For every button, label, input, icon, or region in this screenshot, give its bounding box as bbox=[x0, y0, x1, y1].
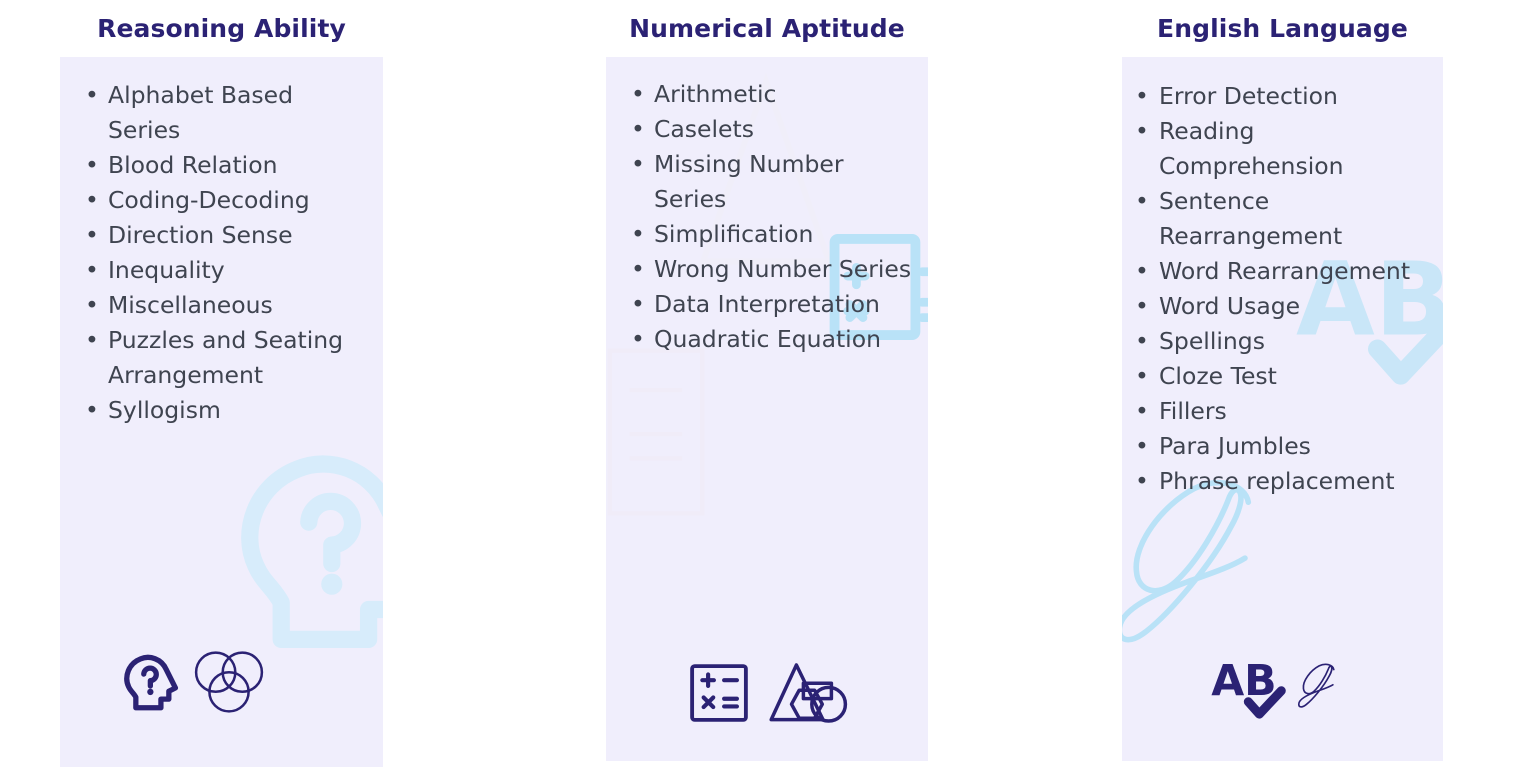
icon-row bbox=[687, 657, 851, 733]
head-question-mark-icon bbox=[120, 649, 186, 719]
svg-text:AB: AB bbox=[1211, 656, 1276, 706]
footer-icons-english-language: AB bbox=[1122, 655, 1443, 725]
topic-item: Syllogism bbox=[81, 393, 360, 428]
ab-check-icon: AB bbox=[1211, 655, 1287, 725]
icon-row bbox=[120, 647, 268, 721]
topic-item: Sentence Rearrangement bbox=[1131, 184, 1437, 254]
topic-item: Missing Number Series bbox=[627, 147, 922, 217]
column-title-english-language: English Language bbox=[1157, 14, 1408, 43]
paper-sheet-icon bbox=[606, 342, 711, 526]
footer-icons-numerical-aptitude bbox=[606, 657, 928, 733]
topic-item: Inequality bbox=[81, 253, 360, 288]
topic-item: Miscellaneous bbox=[81, 288, 360, 323]
topic-item: Blood Relation bbox=[81, 148, 360, 183]
topic-item: Caselets bbox=[627, 112, 922, 147]
topic-list-english-language: Error Detection Reading Comprehension Se… bbox=[1122, 57, 1443, 499]
topic-item: Reading Comprehension bbox=[1131, 114, 1437, 184]
topic-list-numerical-aptitude: Arithmetic Caselets Missing Number Serie… bbox=[606, 57, 928, 357]
topic-item: Spellings bbox=[1131, 324, 1437, 359]
topic-item: Fillers bbox=[1131, 394, 1437, 429]
calculator-icon bbox=[687, 661, 751, 729]
cursive-g-icon bbox=[1122, 470, 1285, 674]
topic-item: Cloze Test bbox=[1131, 359, 1437, 394]
column-reasoning-ability: Reasoning Ability Alphabet Based Series … bbox=[60, 0, 383, 767]
topic-panel-english-language: AB Error Detection Reading Comprehension… bbox=[1122, 57, 1443, 761]
topic-item: Quadratic Equation bbox=[627, 322, 922, 357]
cursive-g-icon bbox=[1297, 656, 1343, 724]
column-title-reasoning-ability: Reasoning Ability bbox=[97, 14, 346, 43]
head-question-mark-icon bbox=[226, 437, 383, 671]
topic-item: Para Jumbles bbox=[1131, 429, 1437, 464]
topic-item: Simplification bbox=[627, 217, 922, 252]
topic-item: Wrong Number Series bbox=[627, 252, 922, 287]
topic-panel-numerical-aptitude: Arithmetic Caselets Missing Number Serie… bbox=[606, 57, 928, 761]
topic-item: Direction Sense bbox=[81, 218, 360, 253]
icon-row: AB bbox=[1211, 655, 1343, 725]
geometric-shapes-icon bbox=[767, 657, 851, 733]
topic-item: Phrase replacement bbox=[1131, 464, 1437, 499]
topic-item: Data Interpretation bbox=[627, 287, 922, 322]
column-title-numerical-aptitude: Numerical Aptitude bbox=[629, 14, 905, 43]
topic-item: Puzzles and Seating Arrangement bbox=[81, 323, 360, 393]
topic-item: Error Detection bbox=[1131, 79, 1437, 114]
column-english-language: English Language AB Error Detection bbox=[1122, 0, 1443, 767]
topic-list-reasoning-ability: Alphabet Based Series Blood Relation Cod… bbox=[60, 57, 383, 428]
column-numerical-aptitude: Numerical Aptitude • Arithmetic • Casele… bbox=[606, 0, 928, 767]
topic-item: Alphabet Based Series bbox=[81, 78, 360, 148]
footer-icons-reasoning-ability bbox=[60, 647, 383, 721]
topic-panel-reasoning-ability: Alphabet Based Series Blood Relation Cod… bbox=[60, 57, 383, 767]
topic-item: Word Rearrangement bbox=[1131, 254, 1437, 289]
topic-item: Word Usage bbox=[1131, 289, 1437, 324]
topic-item: Arithmetic bbox=[627, 77, 922, 112]
venn-diagram-icon bbox=[190, 647, 268, 721]
subjects-overview-board: Reasoning Ability Alphabet Based Series … bbox=[0, 0, 1533, 767]
topic-item: Coding-Decoding bbox=[81, 183, 360, 218]
